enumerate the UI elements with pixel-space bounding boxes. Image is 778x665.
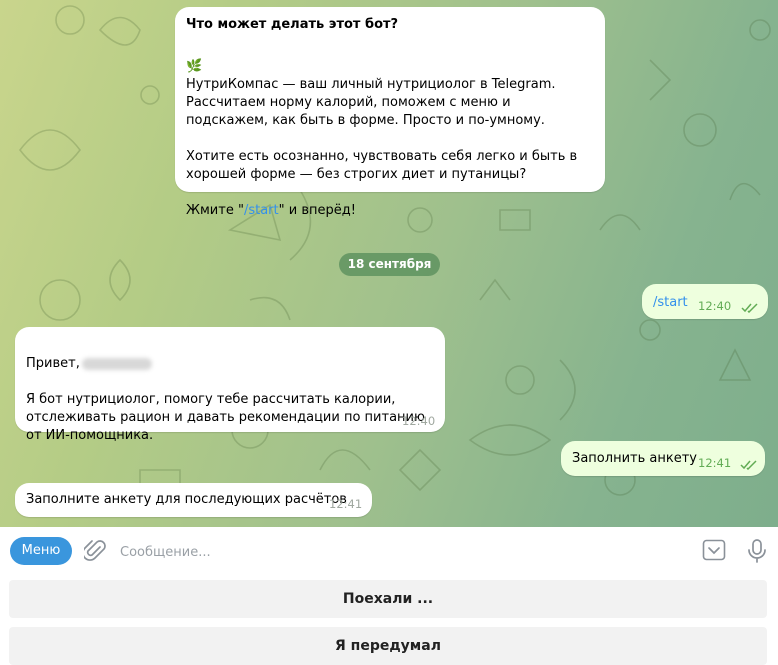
keyboard-toggle-icon[interactable] <box>702 539 726 561</box>
bot-intro-paragraph-1: НутриКомпас — ваш личный нутрициолог в T… <box>186 77 556 128</box>
incoming-message: Привет, Я бот нутрициолог, помогу тебе р… <box>15 327 445 443</box>
message-input[interactable] <box>118 540 682 564</box>
date-separator: 18 сентября <box>339 253 440 276</box>
message-time: 12:40 <box>698 299 732 313</box>
keyboard-button-changed-mind[interactable]: Я передумал <box>9 627 767 665</box>
attach-paperclip-icon[interactable] <box>84 539 106 563</box>
message-text: Я бот нутрициолог, помогу тебе рассчитат… <box>26 392 425 443</box>
message-time: 12:40 <box>402 414 436 428</box>
menu-button[interactable]: Меню <box>10 537 72 565</box>
start-command-link[interactable]: /start <box>244 203 279 218</box>
message-text: Заполнить анкету <box>572 451 697 466</box>
read-checkmarks-icon <box>741 303 758 313</box>
bot-intro-title: Что может делать этот бот? <box>186 17 399 32</box>
microphone-icon[interactable] <box>747 538 767 564</box>
chat-background: Что может делать этот бот? 🌿 НутриКомпас… <box>0 0 778 527</box>
keyboard-button-go[interactable]: Поехали ... <box>9 580 767 618</box>
read-checkmarks-icon <box>740 460 757 470</box>
message-time: 12:41 <box>698 456 732 470</box>
greeting-text: Привет, <box>26 356 80 371</box>
message-time: 12:41 <box>329 497 363 511</box>
outgoing-message: Заполнить анкету 12:41 <box>561 441 765 476</box>
bot-intro-paragraph-2: Хотите есть осознанно, чувствовать себя … <box>186 149 578 182</box>
blurred-user-name <box>81 357 152 370</box>
bot-intro-cta: Жмите "/start" и вперёд! <box>186 203 356 218</box>
outgoing-message: /start 12:40 <box>642 284 768 319</box>
bot-intro-card: Что может делать этот бот? 🌿 НутриКомпас… <box>175 7 605 218</box>
leaf-icon: 🌿 <box>186 59 203 74</box>
message-text: Заполните анкету для последующих расчёто… <box>26 492 347 507</box>
message-text[interactable]: /start <box>653 294 688 312</box>
incoming-message: Заполните анкету для последующих расчёто… <box>15 483 372 517</box>
